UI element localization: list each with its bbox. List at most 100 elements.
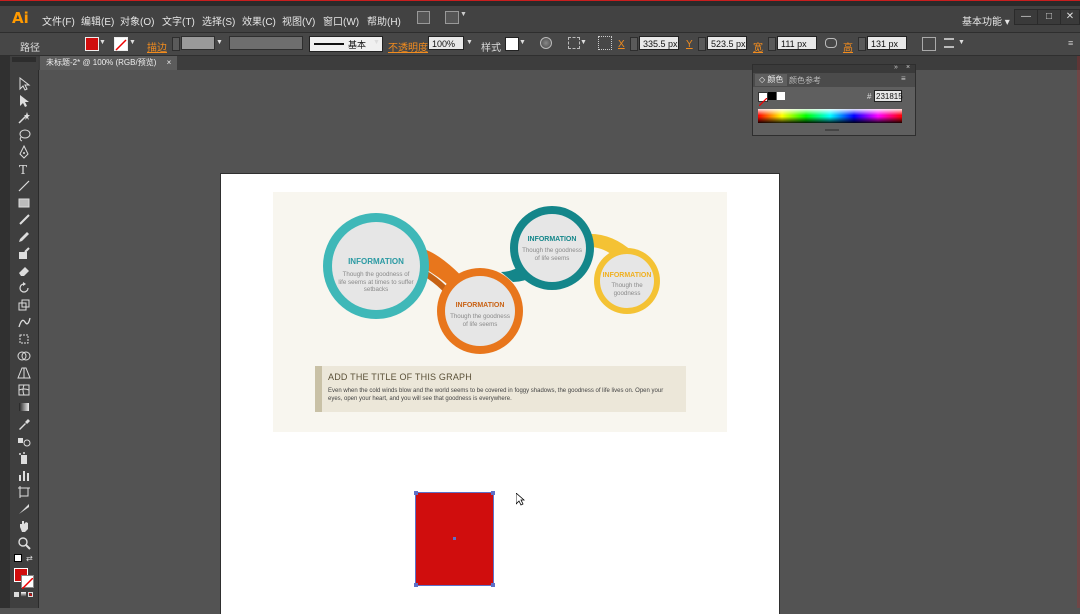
black-swatch[interactable] (768, 92, 776, 100)
transform-icon[interactable] (922, 37, 936, 51)
lasso-tool-icon[interactable] (17, 128, 31, 142)
shape-builder-tool-icon[interactable] (17, 349, 31, 363)
color-spectrum[interactable] (758, 109, 902, 123)
eyedropper-tool-icon[interactable] (17, 417, 31, 431)
y-stepper[interactable] (698, 37, 706, 51)
color-mode-icon[interactable] (14, 592, 19, 597)
align-to-icon[interactable] (568, 37, 580, 49)
collapse-panel-icon[interactable]: » (894, 64, 898, 71)
reference-point-icon[interactable] (598, 36, 612, 50)
maximize-button[interactable]: □ (1037, 9, 1061, 25)
pen-tool-icon[interactable] (17, 144, 31, 159)
resize-handle-top-right[interactable] (491, 491, 495, 495)
resize-handle-bottom-right[interactable] (491, 583, 495, 587)
y-label[interactable]: Y (686, 39, 693, 50)
height-label[interactable]: 高 (843, 39, 853, 54)
close-button[interactable]: ✕ (1060, 9, 1080, 25)
stroke-weight-dropdown-icon[interactable]: ▼ (216, 38, 224, 48)
resize-handle-top-left[interactable] (414, 491, 418, 495)
bridge-icon[interactable] (417, 11, 430, 24)
magic-wand-tool-icon[interactable] (17, 111, 31, 125)
fill-swatch[interactable] (85, 37, 99, 51)
menu-window[interactable]: 窗口(W) (323, 13, 359, 28)
free-transform-tool-icon[interactable] (17, 332, 31, 346)
graph-title-box[interactable]: ADD THE TITLE OF THIS GRAPH Even when th… (315, 366, 686, 412)
align-dropdown-icon[interactable]: ▼ (580, 38, 588, 48)
perspective-grid-tool-icon[interactable] (17, 366, 31, 380)
opacity-dropdown-icon[interactable]: ▼ (466, 38, 474, 48)
menu-edit[interactable]: 编辑(E) (81, 13, 114, 28)
hex-field[interactable]: 231815 (874, 90, 903, 102)
type-tool-icon[interactable]: T (17, 162, 31, 177)
menu-effect[interactable]: 效果(C) (242, 13, 276, 28)
slice-tool-icon[interactable] (17, 502, 31, 516)
workspace-switcher[interactable]: 基本功能 ▾ (962, 13, 1010, 28)
height-stepper[interactable] (858, 37, 866, 51)
pencil-tool-icon[interactable] (17, 230, 31, 244)
stroke-color-swatch[interactable] (21, 575, 34, 590)
selection-tool-icon[interactable] (17, 76, 31, 91)
stroke-weight-stepper[interactable] (172, 37, 180, 51)
width-label[interactable]: 宽 (753, 39, 763, 54)
rotate-tool-icon[interactable] (17, 281, 31, 295)
fill-dropdown-icon[interactable]: ▼ (99, 38, 107, 48)
x-field[interactable]: 335.5 px (639, 36, 679, 50)
column-graph-tool-icon[interactable] (17, 468, 31, 482)
scale-tool-icon[interactable] (17, 298, 31, 312)
eraser-tool-icon[interactable] (17, 264, 31, 278)
menu-object[interactable]: 对象(O) (120, 13, 154, 28)
isolate-icon[interactable] (944, 38, 954, 48)
bubble-2[interactable]: INFORMATION Though the goodness of life … (437, 268, 523, 354)
width-field[interactable]: 111 px (777, 36, 817, 50)
control-panel-menu-icon[interactable]: ≡ (1068, 38, 1078, 48)
x-stepper[interactable] (630, 37, 638, 51)
constrain-proportions-icon[interactable] (825, 38, 837, 48)
tab-color-guide[interactable]: 颜色参考 (789, 75, 821, 86)
warp-tool-icon[interactable] (17, 315, 31, 329)
recolor-artwork-icon[interactable] (540, 37, 552, 49)
bubble-1[interactable]: INFORMATION Though the goodness of life … (323, 213, 429, 319)
stroke-dropdown-icon[interactable]: ▼ (129, 38, 137, 48)
stroke-swatch[interactable] (114, 37, 128, 51)
none-swatch[interactable] (758, 92, 768, 107)
more-options-dropdown-icon[interactable]: ▼ (958, 38, 966, 48)
brush-definition-field[interactable]: 基本 (309, 36, 383, 52)
infographic[interactable]: INFORMATION Though the goodness of life … (273, 192, 727, 432)
opacity-field[interactable]: 100% (428, 36, 464, 50)
stroke-weight-field[interactable] (181, 36, 215, 50)
menu-type[interactable]: 文字(T) (162, 13, 195, 28)
hand-tool-icon[interactable] (17, 519, 31, 533)
style-swatch[interactable] (505, 37, 519, 51)
symbol-sprayer-tool-icon[interactable] (17, 451, 31, 465)
gradient-tool-icon[interactable] (17, 400, 31, 414)
menu-file[interactable]: 文件(F) (42, 13, 75, 28)
mesh-tool-icon[interactable] (17, 383, 31, 397)
panel-menu-icon[interactable]: ≡ (901, 74, 906, 83)
width-stepper[interactable] (768, 37, 776, 51)
blob-brush-tool-icon[interactable] (17, 247, 31, 261)
stroke-label[interactable]: 描边 (147, 39, 167, 54)
bubble-3[interactable]: INFORMATION Though the goodness of life … (510, 206, 594, 290)
gradient-mode-icon[interactable] (21, 592, 26, 597)
opacity-label[interactable]: 不透明度 (388, 39, 428, 54)
brush-dropdown-icon[interactable]: ▼ (373, 38, 381, 48)
blend-tool-icon[interactable] (17, 434, 31, 448)
default-colors-icon[interactable] (14, 554, 22, 562)
menu-view[interactable]: 视图(V) (282, 13, 315, 28)
swap-colors-icon[interactable]: ⇄ (26, 554, 33, 563)
panel-resize-grip[interactable] (825, 129, 839, 131)
arrange-dropdown-icon[interactable]: ▼ (460, 11, 467, 18)
tab-color[interactable]: ◇ 颜色 (755, 74, 788, 86)
close-panel-icon[interactable]: × (906, 64, 910, 71)
menu-help[interactable]: 帮助(H) (367, 13, 401, 28)
menu-select[interactable]: 选择(S) (202, 13, 235, 28)
tools-panel-grip[interactable] (12, 57, 36, 62)
arrange-documents-icon[interactable] (445, 11, 459, 24)
paintbrush-tool-icon[interactable] (17, 213, 31, 227)
white-swatch[interactable] (777, 92, 785, 100)
rectangle-tool-icon[interactable] (17, 196, 31, 210)
style-dropdown-icon[interactable]: ▼ (519, 38, 527, 48)
height-field[interactable]: 131 px (867, 36, 907, 50)
selected-rectangle[interactable] (414, 491, 495, 587)
color-panel-header[interactable]: » × (753, 64, 915, 73)
